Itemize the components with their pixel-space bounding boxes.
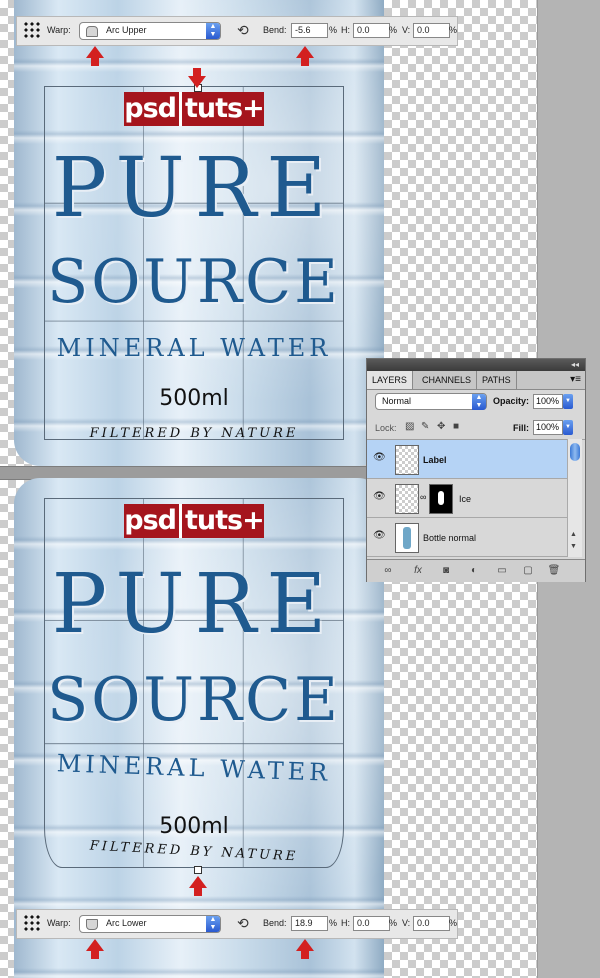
fill-label: Fill: xyxy=(513,423,529,433)
scroll-down-icon[interactable]: ▼ xyxy=(570,543,577,550)
warp-options-bar-top: Warp: Arc Upper ▲ ▼ ⟲ Bend: -5.6 % H: 0.0… xyxy=(16,16,458,46)
panel-title-bar[interactable]: ◂◂ xyxy=(367,359,585,371)
h-unit: % xyxy=(389,918,398,928)
fill-input[interactable]: 100% xyxy=(533,420,563,435)
lock-all-icon[interactable]: ■ xyxy=(453,422,463,432)
mask-icon[interactable]: ◙ xyxy=(439,565,453,577)
link-icon[interactable]: ∞ xyxy=(420,492,426,502)
h-input[interactable]: 0.0 xyxy=(353,916,390,931)
eye-icon[interactable]: 👁 xyxy=(373,531,386,541)
label-warp-top[interactable]: psd tuts+ PURE SOURCE MINERAL WATER 500ml… xyxy=(44,86,344,441)
lock-label: Lock: xyxy=(375,423,397,433)
tab-channels[interactable]: CHANNELS xyxy=(417,371,478,389)
label-volume-text: 500ml xyxy=(159,386,229,411)
layers-scrollbar[interactable]: ▲ ▼ xyxy=(567,439,582,557)
warp-options-bar-bottom: Warp: Arc Lower ▲ ▼ ⟲ Bend: 18.9 % H: 0.0… xyxy=(16,909,458,939)
scroll-thumb[interactable] xyxy=(570,443,580,461)
h-label: H: xyxy=(341,918,350,928)
annotation-arrow-up-icon xyxy=(296,46,314,66)
label-pure-text: PURE xyxy=(51,141,337,236)
warp-style-select[interactable]: Arc Upper ▲ ▼ xyxy=(79,22,221,40)
scroll-up-icon[interactable]: ▲ xyxy=(570,531,577,538)
h-label: H: xyxy=(341,25,350,35)
bend-unit: % xyxy=(329,918,338,928)
reference-point-icon[interactable] xyxy=(23,21,41,39)
layer-thumbnail xyxy=(395,445,419,475)
brand-logo: psd tuts+ xyxy=(124,92,265,126)
bend-label: Bend: xyxy=(263,918,287,928)
adjustment-icon[interactable]: ◐ xyxy=(467,565,481,577)
h-input[interactable]: 0.0 xyxy=(353,23,390,38)
tab-paths[interactable]: PATHS xyxy=(477,371,517,389)
layer-name: Label xyxy=(423,455,447,465)
collapse-panel-icon[interactable]: ◂◂ xyxy=(571,360,579,369)
label-mineral-water-text: MINERAL WATER xyxy=(56,334,332,362)
annotation-arrow-up-icon xyxy=(189,876,207,896)
lock-position-icon[interactable]: ✥ xyxy=(437,422,447,432)
warp-label: Warp: xyxy=(47,25,71,35)
opacity-slider-button[interactable]: ▼ xyxy=(563,394,573,409)
label-source-text: SOURCE xyxy=(47,247,341,317)
layer-thumbnail xyxy=(395,523,419,553)
label-volume-text: 500ml xyxy=(159,814,229,839)
new-layer-icon[interactable]: ▢ xyxy=(521,565,535,577)
link-layers-icon[interactable]: ∞ xyxy=(381,565,395,577)
bend-label: Bend: xyxy=(263,25,287,35)
select-arrows-icon: ▲ ▼ xyxy=(206,916,220,932)
reference-point-icon[interactable] xyxy=(23,914,41,932)
layer-name: Ice xyxy=(459,494,472,504)
opacity-label: Opacity: xyxy=(493,396,530,406)
v-input[interactable]: 0.0 xyxy=(413,916,450,931)
bend-input[interactable]: -5.6 xyxy=(291,23,328,38)
opacity-input[interactable]: 100% xyxy=(533,394,563,409)
fill-slider-button[interactable]: ▼ xyxy=(563,420,573,435)
tab-layers[interactable]: LAYERS xyxy=(367,371,413,389)
eye-icon[interactable]: 👁 xyxy=(373,492,386,502)
layer-row-label[interactable]: 👁 Label xyxy=(367,440,567,479)
layer-row-bottle-normal[interactable]: 👁 Bottle normal xyxy=(367,518,567,557)
panel-menu-icon[interactable]: ▾≡ xyxy=(570,374,581,385)
blend-mode-select[interactable]: Normal ▲ ▼ xyxy=(375,393,487,410)
warp-label: Warp: xyxy=(47,918,71,928)
arc-lower-icon xyxy=(86,919,98,930)
v-label: V: xyxy=(402,25,411,35)
annotation-arrow-up-icon xyxy=(86,46,104,66)
eye-icon[interactable]: 👁 xyxy=(373,453,386,463)
layer-row-ice[interactable]: 👁 ∞ Ice xyxy=(367,479,567,518)
bend-unit: % xyxy=(329,25,338,35)
v-label: V: xyxy=(402,918,411,928)
panel-tabs: LAYERS CHANNELS PATHS ▾≡ xyxy=(367,371,585,390)
annotation-arrow-up-icon xyxy=(86,939,104,959)
v-input[interactable]: 0.0 xyxy=(413,23,450,38)
bend-input[interactable]: 18.9 xyxy=(291,916,328,931)
trash-icon[interactable]: 🗑 xyxy=(547,565,561,577)
change-orientation-icon[interactable]: ⟲ xyxy=(237,915,253,931)
lock-transparency-icon[interactable]: ▨ xyxy=(405,422,415,432)
label-warp-bottom[interactable]: psd tuts+ PURE SOURCE MINERAL WATER 500ml… xyxy=(44,498,344,868)
layers-panel: ◂◂ LAYERS CHANNELS PATHS ▾≡ Normal ▲ ▼ Op… xyxy=(366,358,586,582)
h-unit: % xyxy=(389,25,398,35)
change-orientation-icon[interactable]: ⟲ xyxy=(237,22,253,38)
annotation-arrow-down-icon xyxy=(188,68,206,88)
arc-upper-icon xyxy=(86,26,98,37)
layer-mask-thumbnail[interactable] xyxy=(429,484,453,514)
fx-icon[interactable]: fx xyxy=(411,565,425,577)
label-tagline-text: FILTERED BY NATURE xyxy=(89,426,299,441)
annotation-arrow-up-icon xyxy=(296,939,314,959)
warp-bottom-handle[interactable] xyxy=(194,866,202,874)
v-unit: % xyxy=(449,918,458,928)
panel-bottom-bar: ∞ fx ◙ ◐ ▭ ▢ 🗑 xyxy=(367,559,585,582)
lock-pixels-icon[interactable]: ✎ xyxy=(421,422,431,432)
group-icon[interactable]: ▭ xyxy=(495,565,509,577)
label-pure-text: PURE xyxy=(51,557,337,652)
layer-thumbnail xyxy=(395,484,419,514)
label-source-text: SOURCE xyxy=(47,665,341,735)
layer-name: Bottle normal xyxy=(423,533,477,543)
select-arrows-icon: ▲ ▼ xyxy=(206,23,220,39)
v-unit: % xyxy=(449,25,458,35)
select-arrows-icon: ▲ ▼ xyxy=(472,394,486,410)
warp-style-select[interactable]: Arc Lower ▲ ▼ xyxy=(79,915,221,933)
brand-logo: psd tuts+ xyxy=(124,504,265,538)
lock-row: Lock: ▨ ✎ ✥ ■ Fill: 100% ▼ xyxy=(367,417,585,440)
